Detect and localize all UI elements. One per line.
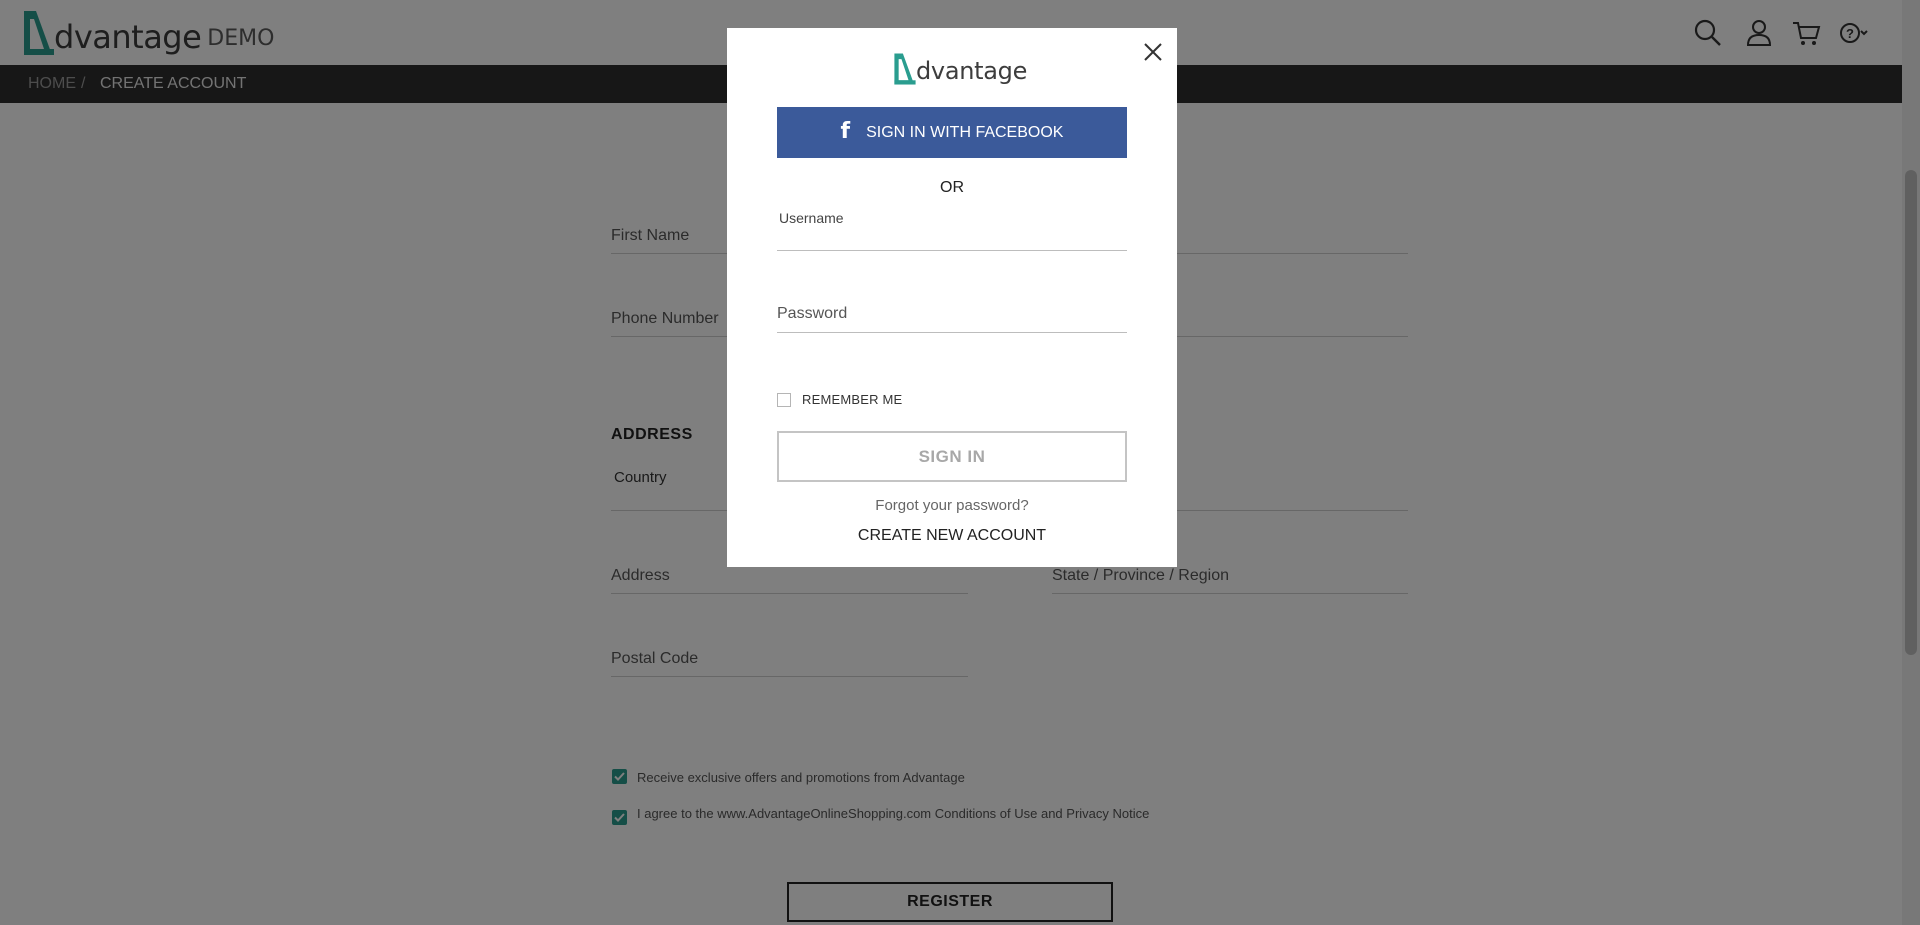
remember-me-checkbox[interactable] (777, 392, 791, 407)
create-account-link[interactable]: CREATE NEW ACCOUNT (727, 527, 1177, 545)
username-field[interactable]: Username (777, 206, 1127, 251)
username-label: Username (779, 210, 844, 226)
password-field[interactable]: Password (777, 290, 1127, 333)
facebook-sign-in-label: SIGN IN WITH FACEBOOK (866, 123, 1064, 141)
close-icon[interactable] (1141, 40, 1165, 64)
remember-me[interactable]: REMEMBER ME (777, 392, 902, 407)
sign-in-modal: dvantage f SIGN IN WITH FACEBOOK OR User… (727, 28, 1177, 567)
facebook-icon: f (840, 119, 851, 144)
modal-logo: dvantage (893, 50, 1027, 86)
password-label: Password (777, 305, 848, 322)
sign-in-button[interactable]: SIGN IN (777, 431, 1127, 482)
modal-logo-text: dvantage (916, 57, 1028, 85)
forgot-password-link[interactable]: Forgot your password? (727, 497, 1177, 514)
facebook-sign-in-button[interactable]: f SIGN IN WITH FACEBOOK (777, 107, 1127, 158)
remember-me-label: REMEMBER ME (802, 392, 903, 407)
logo-mark-icon (894, 53, 916, 85)
or-divider: OR (940, 179, 964, 196)
